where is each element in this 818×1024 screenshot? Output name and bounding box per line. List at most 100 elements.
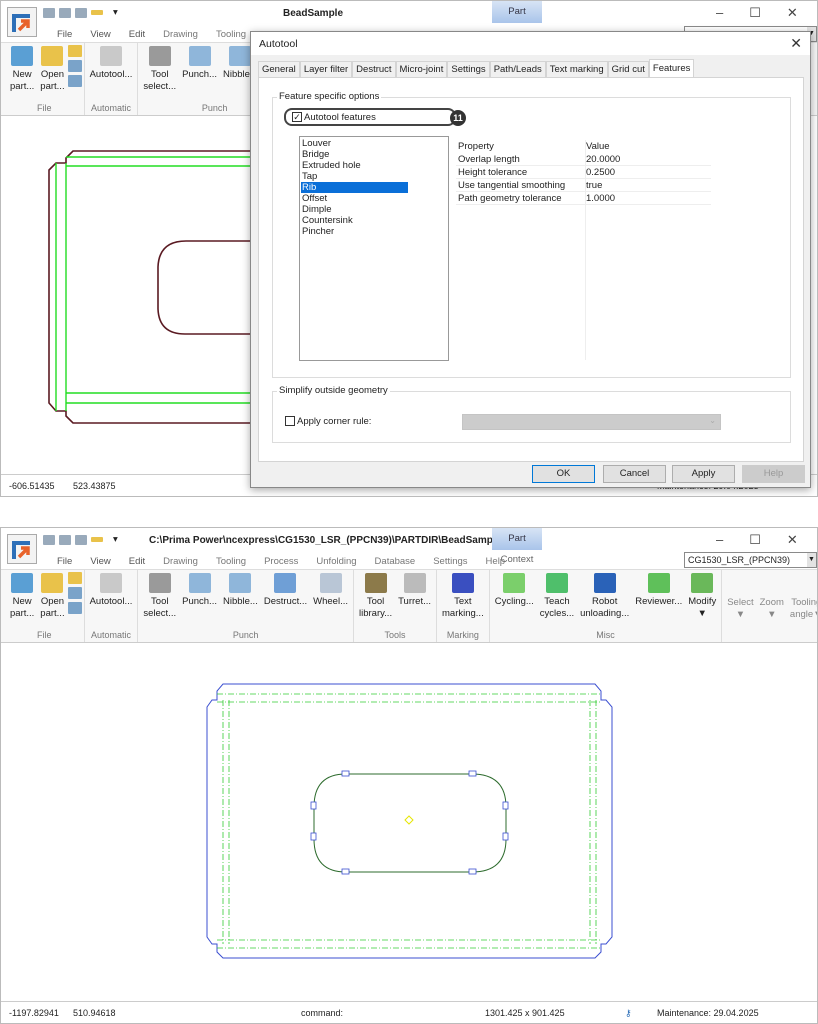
file-small-2-icon[interactable] — [68, 75, 82, 87]
menu-item-tooling[interactable]: Tooling — [207, 556, 255, 567]
app-logo[interactable] — [7, 534, 37, 564]
feature-list-item[interactable]: Offset — [301, 193, 408, 204]
property-value[interactable]: 0.2500 — [586, 166, 615, 178]
reviewer-button[interactable]: Reviewer... — [632, 570, 685, 630]
menu-item-process[interactable]: Process — [255, 556, 307, 567]
customize-qat-icon[interactable]: ▾ — [113, 7, 118, 18]
checkbox-checked-icon[interactable]: ✓ — [292, 112, 302, 122]
destruct-button[interactable]: Destruct... — [261, 570, 310, 630]
maximize-icon[interactable]: ☐ — [749, 5, 761, 21]
tab-micro-joint[interactable]: Micro-joint — [396, 61, 448, 77]
feature-list-item[interactable]: Louver — [301, 138, 408, 149]
turret-button[interactable]: Turret... — [395, 570, 434, 630]
menu-item-drawing[interactable]: Drawing — [154, 29, 207, 40]
tool-select-button[interactable]: Tool select... — [140, 43, 179, 103]
file-small-0-icon[interactable] — [68, 45, 82, 57]
save-all-icon[interactable] — [59, 8, 71, 18]
autotool-button[interactable]: Autotool... — [87, 570, 136, 630]
property-grid[interactable]: PropertyValue Overlap length20.0000Heigh… — [456, 140, 711, 360]
robot-unloading-button[interactable]: Robot unloading... — [577, 570, 632, 630]
ruler-icon[interactable] — [91, 537, 103, 542]
feature-list-item[interactable]: Tap — [301, 171, 408, 182]
feature-list-item[interactable]: Extruded hole — [301, 160, 408, 171]
punch-button[interactable]: Punch... — [179, 570, 220, 630]
export-icon[interactable] — [75, 8, 87, 18]
minimize-icon[interactable]: – — [716, 5, 723, 21]
save-all-icon[interactable] — [59, 535, 71, 545]
file-small-1-icon[interactable] — [68, 587, 82, 599]
menu-item-settings[interactable]: Settings — [424, 556, 476, 567]
open-part-button[interactable]: Open part... — [37, 43, 67, 103]
file-small-1-icon[interactable] — [68, 60, 82, 72]
machine-select[interactable]: CG1530_LSR_(PPCN39)▼ — [684, 552, 817, 568]
tab-text-marking[interactable]: Text marking — [546, 61, 608, 77]
text-marking-button[interactable]: Text marking... — [439, 570, 487, 630]
tab-part[interactable]: Part — [492, 1, 542, 23]
tool-library-button[interactable]: Tool library... — [356, 570, 395, 630]
close-icon[interactable]: ✕ — [787, 5, 798, 21]
property-value[interactable]: true — [586, 179, 602, 191]
save-icon[interactable] — [43, 535, 55, 545]
menu-item-help[interactable]: Help — [477, 556, 515, 567]
dialog-close-icon[interactable]: ✕ — [790, 35, 802, 52]
tool-select-button[interactable]: Tool select... — [140, 570, 179, 630]
property-row[interactable]: Height tolerance0.2500 — [456, 166, 711, 179]
feature-list-item[interactable]: Pincher — [301, 226, 408, 237]
checkbox-unchecked-icon[interactable] — [285, 416, 295, 426]
file-small-0-icon[interactable] — [68, 572, 82, 584]
feature-list-item[interactable]: Rib — [301, 182, 408, 193]
ok-button[interactable]: OK — [532, 465, 595, 483]
customize-qat-icon[interactable]: ▾ — [113, 534, 118, 545]
menu-item-view[interactable]: View — [81, 556, 119, 567]
tab-layer-filter[interactable]: Layer filter — [300, 61, 352, 77]
open-part-button[interactable]: Open part... — [37, 570, 67, 630]
menu-item-edit[interactable]: Edit — [120, 29, 154, 40]
feature-list-item[interactable]: Dimple — [301, 204, 408, 215]
minimize-icon[interactable]: – — [716, 532, 723, 548]
new-part-button[interactable]: New part... — [7, 43, 37, 103]
file-small-2-icon[interactable] — [68, 602, 82, 614]
menu-item-edit[interactable]: Edit — [120, 556, 154, 567]
drawing-canvas[interactable] — [1, 644, 817, 1001]
export-icon[interactable] — [75, 535, 87, 545]
menu-item-database[interactable]: Database — [366, 556, 425, 567]
property-value[interactable]: 20.0000 — [586, 153, 620, 165]
save-icon[interactable] — [43, 8, 55, 18]
cancel-button[interactable]: Cancel — [603, 465, 666, 483]
tab-path-leads[interactable]: Path/Leads — [490, 61, 546, 77]
wheel-button[interactable]: Wheel... — [310, 570, 351, 630]
tab-settings[interactable]: Settings — [447, 61, 489, 77]
new-part-button[interactable]: New part... — [7, 570, 37, 630]
ruler-icon[interactable] — [91, 10, 103, 15]
nibble-button[interactable]: Nibble... — [220, 570, 261, 630]
feature-list-item[interactable]: Bridge — [301, 149, 408, 160]
feature-list-item[interactable]: Countersink — [301, 215, 408, 226]
menu-item-unfolding[interactable]: Unfolding — [307, 556, 365, 567]
menu-item-file[interactable]: File — [48, 556, 81, 567]
property-value[interactable]: 1.0000 — [586, 192, 615, 204]
tab-features[interactable]: Features — [649, 59, 695, 77]
tab-destruct[interactable]: Destruct — [352, 61, 395, 77]
teach-cycles-button[interactable]: Teach cycles... — [537, 570, 577, 630]
tab-part[interactable]: Part — [492, 528, 542, 550]
tab-grid-cut[interactable]: Grid cut — [608, 61, 649, 77]
autotool-features-checkbox[interactable]: ✓Autotool features — [284, 108, 456, 126]
menu-item-tooling[interactable]: Tooling — [207, 29, 255, 40]
chevron-down-icon[interactable]: ▼ — [807, 553, 816, 567]
apply-corner-rule-checkbox[interactable]: Apply corner rule: — [285, 416, 371, 427]
feature-list[interactable]: LouverBridgeExtruded holeTapRibOffsetDim… — [299, 136, 449, 361]
menu-item-drawing[interactable]: Drawing — [154, 556, 207, 567]
punch-button[interactable]: Punch... — [179, 43, 220, 103]
tab-general[interactable]: General — [258, 61, 300, 77]
menu-item-file[interactable]: File — [48, 29, 81, 40]
property-row[interactable]: Overlap length20.0000 — [456, 153, 711, 166]
close-icon[interactable]: ✕ — [787, 532, 798, 548]
apply-button[interactable]: Apply — [672, 465, 735, 483]
autotool-button[interactable]: Autotool... — [87, 43, 136, 103]
menu-item-view[interactable]: View — [81, 29, 119, 40]
maximize-icon[interactable]: ☐ — [749, 532, 761, 548]
command-prompt[interactable]: command: — [301, 1008, 343, 1018]
app-logo[interactable] — [7, 7, 37, 37]
property-row[interactable]: Path geometry tolerance1.0000 — [456, 192, 711, 205]
property-row[interactable]: Use tangential smoothingtrue — [456, 179, 711, 192]
